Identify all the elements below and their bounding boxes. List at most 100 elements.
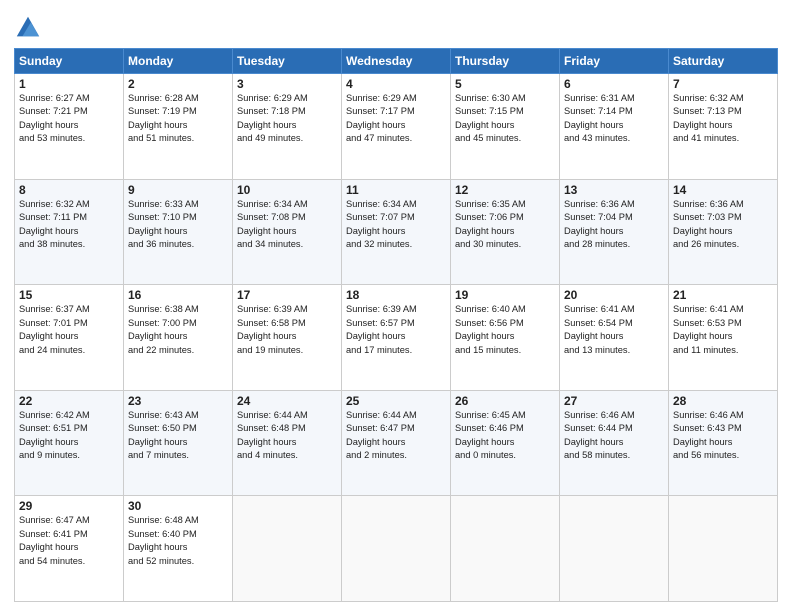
day-number: 15 bbox=[19, 288, 119, 302]
calendar-cell: 13Sunrise: 6:36 AMSunset: 7:04 PMDayligh… bbox=[560, 179, 669, 285]
day-info: Sunrise: 6:29 AMSunset: 7:18 PMDaylight … bbox=[237, 92, 337, 146]
day-info: Sunrise: 6:27 AMSunset: 7:21 PMDaylight … bbox=[19, 92, 119, 146]
calendar-cell: 18Sunrise: 6:39 AMSunset: 6:57 PMDayligh… bbox=[342, 285, 451, 391]
day-number: 1 bbox=[19, 77, 119, 91]
col-header-tuesday: Tuesday bbox=[233, 49, 342, 74]
day-info: Sunrise: 6:43 AMSunset: 6:50 PMDaylight … bbox=[128, 409, 228, 463]
calendar-cell: 5Sunrise: 6:30 AMSunset: 7:15 PMDaylight… bbox=[451, 74, 560, 180]
day-info: Sunrise: 6:48 AMSunset: 6:40 PMDaylight … bbox=[128, 514, 228, 568]
day-number: 5 bbox=[455, 77, 555, 91]
day-number: 9 bbox=[128, 183, 228, 197]
day-number: 21 bbox=[673, 288, 773, 302]
calendar-cell: 30Sunrise: 6:48 AMSunset: 6:40 PMDayligh… bbox=[124, 496, 233, 602]
day-info: Sunrise: 6:42 AMSunset: 6:51 PMDaylight … bbox=[19, 409, 119, 463]
calendar-cell: 17Sunrise: 6:39 AMSunset: 6:58 PMDayligh… bbox=[233, 285, 342, 391]
day-info: Sunrise: 6:30 AMSunset: 7:15 PMDaylight … bbox=[455, 92, 555, 146]
col-header-thursday: Thursday bbox=[451, 49, 560, 74]
calendar-header-row: SundayMondayTuesdayWednesdayThursdayFrid… bbox=[15, 49, 778, 74]
day-info: Sunrise: 6:35 AMSunset: 7:06 PMDaylight … bbox=[455, 198, 555, 252]
calendar-cell bbox=[560, 496, 669, 602]
calendar-cell: 15Sunrise: 6:37 AMSunset: 7:01 PMDayligh… bbox=[15, 285, 124, 391]
day-info: Sunrise: 6:31 AMSunset: 7:14 PMDaylight … bbox=[564, 92, 664, 146]
calendar-week-row: 8Sunrise: 6:32 AMSunset: 7:11 PMDaylight… bbox=[15, 179, 778, 285]
logo bbox=[14, 14, 44, 42]
day-number: 28 bbox=[673, 394, 773, 408]
calendar-cell: 12Sunrise: 6:35 AMSunset: 7:06 PMDayligh… bbox=[451, 179, 560, 285]
day-number: 12 bbox=[455, 183, 555, 197]
day-number: 7 bbox=[673, 77, 773, 91]
calendar-cell: 14Sunrise: 6:36 AMSunset: 7:03 PMDayligh… bbox=[669, 179, 778, 285]
calendar-cell: 22Sunrise: 6:42 AMSunset: 6:51 PMDayligh… bbox=[15, 390, 124, 496]
day-number: 17 bbox=[237, 288, 337, 302]
day-number: 23 bbox=[128, 394, 228, 408]
day-number: 4 bbox=[346, 77, 446, 91]
calendar-cell: 20Sunrise: 6:41 AMSunset: 6:54 PMDayligh… bbox=[560, 285, 669, 391]
calendar-cell: 28Sunrise: 6:46 AMSunset: 6:43 PMDayligh… bbox=[669, 390, 778, 496]
calendar-cell: 7Sunrise: 6:32 AMSunset: 7:13 PMDaylight… bbox=[669, 74, 778, 180]
calendar-cell: 6Sunrise: 6:31 AMSunset: 7:14 PMDaylight… bbox=[560, 74, 669, 180]
day-number: 22 bbox=[19, 394, 119, 408]
col-header-sunday: Sunday bbox=[15, 49, 124, 74]
day-number: 3 bbox=[237, 77, 337, 91]
day-number: 13 bbox=[564, 183, 664, 197]
day-info: Sunrise: 6:36 AMSunset: 7:04 PMDaylight … bbox=[564, 198, 664, 252]
calendar-cell bbox=[451, 496, 560, 602]
day-number: 19 bbox=[455, 288, 555, 302]
col-header-friday: Friday bbox=[560, 49, 669, 74]
day-info: Sunrise: 6:41 AMSunset: 6:54 PMDaylight … bbox=[564, 303, 664, 357]
day-number: 8 bbox=[19, 183, 119, 197]
col-header-saturday: Saturday bbox=[669, 49, 778, 74]
day-info: Sunrise: 6:39 AMSunset: 6:58 PMDaylight … bbox=[237, 303, 337, 357]
day-number: 30 bbox=[128, 499, 228, 513]
calendar-cell: 21Sunrise: 6:41 AMSunset: 6:53 PMDayligh… bbox=[669, 285, 778, 391]
calendar-cell: 1Sunrise: 6:27 AMSunset: 7:21 PMDaylight… bbox=[15, 74, 124, 180]
header bbox=[14, 10, 778, 42]
calendar-cell: 26Sunrise: 6:45 AMSunset: 6:46 PMDayligh… bbox=[451, 390, 560, 496]
calendar-week-row: 29Sunrise: 6:47 AMSunset: 6:41 PMDayligh… bbox=[15, 496, 778, 602]
calendar-cell: 29Sunrise: 6:47 AMSunset: 6:41 PMDayligh… bbox=[15, 496, 124, 602]
day-info: Sunrise: 6:46 AMSunset: 6:43 PMDaylight … bbox=[673, 409, 773, 463]
day-number: 11 bbox=[346, 183, 446, 197]
day-info: Sunrise: 6:29 AMSunset: 7:17 PMDaylight … bbox=[346, 92, 446, 146]
calendar-cell: 4Sunrise: 6:29 AMSunset: 7:17 PMDaylight… bbox=[342, 74, 451, 180]
calendar-cell: 10Sunrise: 6:34 AMSunset: 7:08 PMDayligh… bbox=[233, 179, 342, 285]
page: SundayMondayTuesdayWednesdayThursdayFrid… bbox=[0, 0, 792, 612]
day-info: Sunrise: 6:32 AMSunset: 7:11 PMDaylight … bbox=[19, 198, 119, 252]
day-info: Sunrise: 6:33 AMSunset: 7:10 PMDaylight … bbox=[128, 198, 228, 252]
day-number: 16 bbox=[128, 288, 228, 302]
day-info: Sunrise: 6:44 AMSunset: 6:47 PMDaylight … bbox=[346, 409, 446, 463]
calendar-week-row: 15Sunrise: 6:37 AMSunset: 7:01 PMDayligh… bbox=[15, 285, 778, 391]
day-info: Sunrise: 6:38 AMSunset: 7:00 PMDaylight … bbox=[128, 303, 228, 357]
calendar-cell: 19Sunrise: 6:40 AMSunset: 6:56 PMDayligh… bbox=[451, 285, 560, 391]
calendar-week-row: 1Sunrise: 6:27 AMSunset: 7:21 PMDaylight… bbox=[15, 74, 778, 180]
calendar-cell: 24Sunrise: 6:44 AMSunset: 6:48 PMDayligh… bbox=[233, 390, 342, 496]
day-number: 29 bbox=[19, 499, 119, 513]
logo-icon bbox=[14, 14, 42, 42]
calendar-cell: 11Sunrise: 6:34 AMSunset: 7:07 PMDayligh… bbox=[342, 179, 451, 285]
day-info: Sunrise: 6:40 AMSunset: 6:56 PMDaylight … bbox=[455, 303, 555, 357]
day-info: Sunrise: 6:46 AMSunset: 6:44 PMDaylight … bbox=[564, 409, 664, 463]
day-info: Sunrise: 6:37 AMSunset: 7:01 PMDaylight … bbox=[19, 303, 119, 357]
day-number: 10 bbox=[237, 183, 337, 197]
day-info: Sunrise: 6:47 AMSunset: 6:41 PMDaylight … bbox=[19, 514, 119, 568]
calendar-cell: 9Sunrise: 6:33 AMSunset: 7:10 PMDaylight… bbox=[124, 179, 233, 285]
day-number: 2 bbox=[128, 77, 228, 91]
calendar-cell bbox=[233, 496, 342, 602]
calendar-cell: 27Sunrise: 6:46 AMSunset: 6:44 PMDayligh… bbox=[560, 390, 669, 496]
calendar-cell: 23Sunrise: 6:43 AMSunset: 6:50 PMDayligh… bbox=[124, 390, 233, 496]
day-number: 24 bbox=[237, 394, 337, 408]
day-info: Sunrise: 6:32 AMSunset: 7:13 PMDaylight … bbox=[673, 92, 773, 146]
day-number: 27 bbox=[564, 394, 664, 408]
day-info: Sunrise: 6:39 AMSunset: 6:57 PMDaylight … bbox=[346, 303, 446, 357]
calendar-table: SundayMondayTuesdayWednesdayThursdayFrid… bbox=[14, 48, 778, 602]
day-info: Sunrise: 6:45 AMSunset: 6:46 PMDaylight … bbox=[455, 409, 555, 463]
col-header-wednesday: Wednesday bbox=[342, 49, 451, 74]
day-info: Sunrise: 6:36 AMSunset: 7:03 PMDaylight … bbox=[673, 198, 773, 252]
day-info: Sunrise: 6:41 AMSunset: 6:53 PMDaylight … bbox=[673, 303, 773, 357]
calendar-cell: 8Sunrise: 6:32 AMSunset: 7:11 PMDaylight… bbox=[15, 179, 124, 285]
calendar-cell: 3Sunrise: 6:29 AMSunset: 7:18 PMDaylight… bbox=[233, 74, 342, 180]
calendar-cell bbox=[342, 496, 451, 602]
col-header-monday: Monday bbox=[124, 49, 233, 74]
day-number: 14 bbox=[673, 183, 773, 197]
day-number: 25 bbox=[346, 394, 446, 408]
